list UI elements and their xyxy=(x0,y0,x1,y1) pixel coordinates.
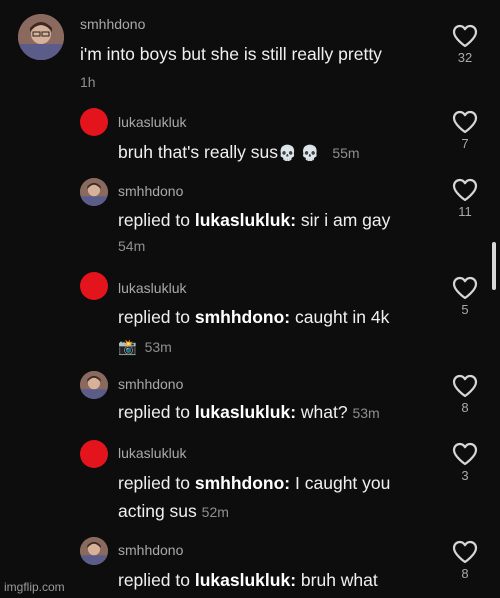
comment-text-continued: acting sus 52m xyxy=(118,497,229,526)
comment-username[interactable]: lukaslukluk xyxy=(118,280,186,296)
profile-photo-icon xyxy=(18,14,64,60)
comment-body: i'm into boys but she is still really pr… xyxy=(80,44,382,64)
user-avatar[interactable] xyxy=(80,537,108,565)
like-count: 8 xyxy=(461,566,469,581)
comment-username[interactable]: smhhdono xyxy=(118,542,183,558)
like-count: 32 xyxy=(457,50,473,65)
heart-icon[interactable] xyxy=(452,540,478,564)
like-count: 3 xyxy=(461,468,469,483)
user-avatar[interactable] xyxy=(80,108,108,136)
like-count: 7 xyxy=(461,136,469,151)
reply-prefix: replied to xyxy=(118,307,190,327)
heart-icon[interactable] xyxy=(452,24,478,48)
comment-username[interactable]: lukaslukluk xyxy=(118,114,186,130)
comment-timestamp: 53m xyxy=(352,405,380,421)
comment-username[interactable]: smhhdono xyxy=(118,376,183,392)
like-control[interactable]: 11 xyxy=(452,178,478,219)
comment-timestamp: 52m xyxy=(201,504,229,520)
like-count: 5 xyxy=(461,302,469,317)
comment-text: replied to smhhdono: I caught you xyxy=(118,469,390,497)
like-count: 11 xyxy=(458,204,472,219)
comment-body: acting sus xyxy=(118,501,197,521)
user-avatar[interactable] xyxy=(80,440,108,468)
comment-body: sir i am gay xyxy=(300,210,391,230)
reply-prefix: replied to xyxy=(118,473,190,493)
reply-prefix: replied to xyxy=(118,210,190,230)
profile-photo-icon xyxy=(80,178,108,206)
comment-body: I caught you xyxy=(295,473,391,493)
comment-body: bruh that's really sus xyxy=(118,142,278,162)
camera-flash-emoji-icon: 📸 xyxy=(118,339,137,356)
mentioned-user[interactable]: lukaslukluk: xyxy=(195,210,296,230)
user-avatar[interactable] xyxy=(80,371,108,399)
comment-timestamp: 54m xyxy=(118,238,146,254)
heart-icon[interactable] xyxy=(452,110,478,134)
comment-text: bruh that's really sus💀 💀 55m xyxy=(118,138,360,168)
skull-emoji-icon: 💀 💀 xyxy=(277,145,320,162)
like-control[interactable]: 7 xyxy=(452,110,478,151)
like-control[interactable]: 3 xyxy=(452,442,478,483)
scrollbar[interactable] xyxy=(492,242,496,290)
user-avatar[interactable] xyxy=(80,178,108,206)
heart-icon[interactable] xyxy=(452,276,478,300)
like-control[interactable]: 32 xyxy=(452,24,478,65)
profile-photo-icon xyxy=(80,537,108,565)
comment-text: i'm into boys but she is still really pr… xyxy=(80,40,382,68)
like-control[interactable]: 8 xyxy=(452,540,478,581)
comment-text: replied to lukaslukluk: sir i am gay xyxy=(118,206,390,234)
heart-icon[interactable] xyxy=(452,374,478,398)
comment-timestamp: 📸 53m xyxy=(118,339,172,356)
comment-body: caught in 4k xyxy=(295,307,390,327)
comment-body: bruh what xyxy=(300,570,378,590)
comment-text: replied to lukaslukluk: bruh what xyxy=(118,566,378,594)
comment-timestamp: 55m xyxy=(332,145,360,161)
heart-icon[interactable] xyxy=(452,442,478,466)
profile-photo-icon xyxy=(80,371,108,399)
user-avatar[interactable] xyxy=(18,14,64,60)
comment-body: what? xyxy=(300,402,348,422)
comment-username[interactable]: smhhdono xyxy=(80,16,145,32)
user-avatar[interactable] xyxy=(80,272,108,300)
mentioned-user[interactable]: lukaslukluk: xyxy=(195,402,296,422)
heart-icon[interactable] xyxy=(452,178,478,202)
comment-username[interactable]: smhhdono xyxy=(118,183,183,199)
like-count: 8 xyxy=(461,400,469,415)
like-control[interactable]: 8 xyxy=(452,374,478,415)
mentioned-user[interactable]: smhhdono: xyxy=(195,473,290,493)
reply-prefix: replied to xyxy=(118,570,190,590)
comment-timestamp: 1h xyxy=(80,74,96,90)
comment-text: replied to lukaslukluk: what? 53m xyxy=(118,398,380,427)
comment-text: replied to smhhdono: caught in 4k xyxy=(118,303,389,331)
mentioned-user[interactable]: smhhdono: xyxy=(195,307,290,327)
like-control[interactable]: 5 xyxy=(452,276,478,317)
reply-prefix: replied to xyxy=(118,402,190,422)
mentioned-user[interactable]: lukaslukluk: xyxy=(195,570,296,590)
comment-username[interactable]: lukaslukluk xyxy=(118,445,186,461)
watermark: imgflip.com xyxy=(4,580,65,594)
